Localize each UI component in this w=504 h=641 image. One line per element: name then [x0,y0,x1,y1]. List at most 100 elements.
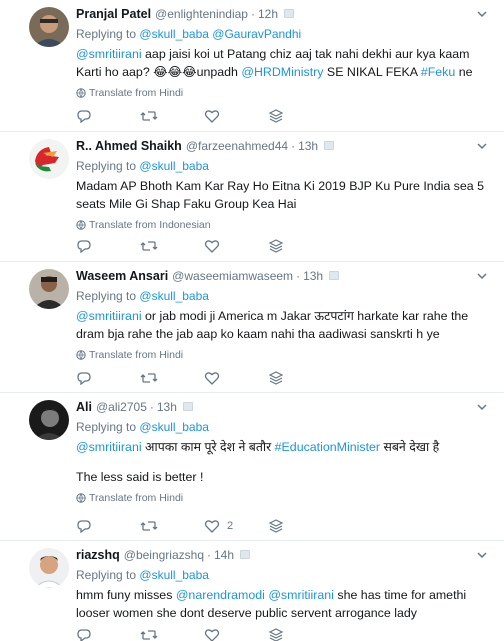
globe-icon [76,350,86,360]
reply-icon [77,240,91,253]
timestamp[interactable]: 13h [303,268,323,284]
display-name[interactable]: Ali [76,399,92,415]
avatar[interactable] [29,548,69,588]
reply-icon [77,110,91,123]
replying-to-handles[interactable]: @skull_baba [139,289,209,303]
tweet-link[interactable]: #Feku [421,65,455,79]
retweet-button[interactable] [140,370,204,386]
chevron-down-icon[interactable] [474,138,490,154]
display-name[interactable]: R.. Ahmed Shaikh [76,138,182,154]
globe-icon [76,88,86,98]
translate-label: Translate from Hindi [89,87,184,99]
retweet-button[interactable] [140,627,204,641]
retweet-button[interactable] [140,518,204,534]
media-badge-icon [329,271,340,280]
stack-icon [268,519,284,533]
tweet-text-segment: hmm funy misses [76,588,176,602]
replying-to-handles[interactable]: @skull_baba [139,568,209,582]
tweet-header: Waseem Ansari @waseemiamwaseem · 13h [76,268,490,286]
chevron-down-icon[interactable] [474,268,490,284]
reply-button[interactable] [76,518,140,534]
timestamp[interactable]: 13h [157,399,177,415]
display-name[interactable]: Waseem Ansari [76,268,168,284]
timestamp[interactable]: 13h [298,138,318,154]
display-name[interactable]: riazshq [76,547,120,563]
tweet-actions [76,238,376,254]
tweet[interactable]: Pranjal Patel @enlightenindiap · 12h Rep… [0,0,504,132]
replying-to-handles[interactable]: @skull_baba [139,159,209,173]
tweet-header: R.. Ahmed Shaikh @farzeenahmed44 · 13h [76,138,490,156]
like-button[interactable] [204,108,268,124]
reply-feed: Pranjal Patel @enlightenindiap · 12h Rep… [0,0,504,641]
reply-button[interactable] [76,627,140,641]
reply-button[interactable] [76,238,140,254]
message-button[interactable] [268,108,332,124]
separator-dot: · [207,548,211,562]
like-button[interactable]: 2 [204,518,268,534]
tweet-link[interactable]: @smritiirani [268,588,334,602]
heart-icon [204,240,220,253]
like-button[interactable] [204,370,268,386]
replying-to-handles[interactable]: @skull_baba @GauravPandhi [139,27,301,41]
chevron-down-icon[interactable] [474,6,490,22]
globe-icon [76,220,86,230]
message-button[interactable] [268,238,332,254]
avatar[interactable] [29,139,69,179]
tweet-text: Madam AP Bhoth Kam Kar Ray Ho Eitna Ki 2… [76,177,490,213]
replying-to: Replying to @skull_baba [76,288,490,305]
display-name[interactable]: Pranjal Patel [76,6,151,22]
avatar[interactable] [29,7,69,47]
user-handle[interactable]: @enlightenindiap [155,6,248,22]
avatar[interactable] [29,269,69,309]
avatar[interactable] [29,400,69,440]
reply-button[interactable] [76,108,140,124]
tweet-link[interactable]: @smritiirani [76,440,142,454]
translate-link[interactable]: Translate from Hindi [76,348,490,362]
like-button[interactable] [204,238,268,254]
timestamp[interactable]: 14h [214,547,234,563]
retweet-button[interactable] [140,238,204,254]
message-button[interactable] [268,627,332,641]
like-button[interactable] [204,627,268,641]
user-handle[interactable]: @waseemiamwaseem [172,268,293,284]
tweet[interactable]: riazshq @beingriazshq · 14h Replying to … [0,541,504,641]
user-handle[interactable]: @farzeenahmed44 [186,138,288,154]
translate-link[interactable]: Translate from Hindi [76,491,490,505]
tweet-link[interactable]: @narendramodi [176,588,265,602]
tweet-link[interactable]: @smritiirani [76,309,142,323]
tweet-link[interactable]: #EducationMinister [275,440,380,454]
stack-icon [268,371,284,385]
replying-prefix: Replying to [76,568,137,582]
user-handle[interactable]: @beingriazshq [124,547,204,563]
tweet-text-segment: ne [455,65,473,79]
tweet-header: riazshq @beingriazshq · 14h [76,547,490,565]
tweet-link[interactable]: @smritiirani [76,47,142,61]
message-button[interactable] [268,370,332,386]
tweet[interactable]: Ali @ali2705 · 13h Replying to @skull_ba… [0,393,504,541]
tweet[interactable]: R.. Ahmed Shaikh @farzeenahmed44 · 13h R… [0,132,504,262]
chevron-down-icon[interactable] [474,399,490,415]
tweet[interactable]: Waseem Ansari @waseemiamwaseem · 13h Rep… [0,262,504,393]
retweet-button[interactable] [140,108,204,124]
translate-link[interactable]: Translate from Hindi [76,86,490,100]
retweet-icon [140,630,158,640]
tweet-link[interactable]: @HRDMinistry [241,65,323,79]
tweet-text: @smritiirani आपका काम पूरे देश ने बतौर #… [76,438,490,456]
media-badge-icon [324,141,335,150]
heart-icon [204,110,220,123]
timestamp[interactable]: 12h [258,6,278,22]
separator-dot: · [149,400,154,414]
tweet-header: Pranjal Patel @enlightenindiap · 12h [76,6,490,24]
user-handle[interactable]: @ali2705 [96,399,147,415]
media-badge-icon [182,402,193,411]
replying-to: Replying to @skull_baba [76,419,490,436]
tweet-actions [76,370,376,386]
message-button[interactable] [268,518,332,534]
replying-to-handles[interactable]: @skull_baba [139,420,209,434]
translate-link[interactable]: Translate from Indonesian [76,218,490,232]
separator-dot: · [296,269,301,283]
chevron-down-icon[interactable] [474,547,490,563]
translate-label: Translate from Indonesian [89,219,211,231]
reply-button[interactable] [76,370,140,386]
heart-icon [204,372,220,385]
